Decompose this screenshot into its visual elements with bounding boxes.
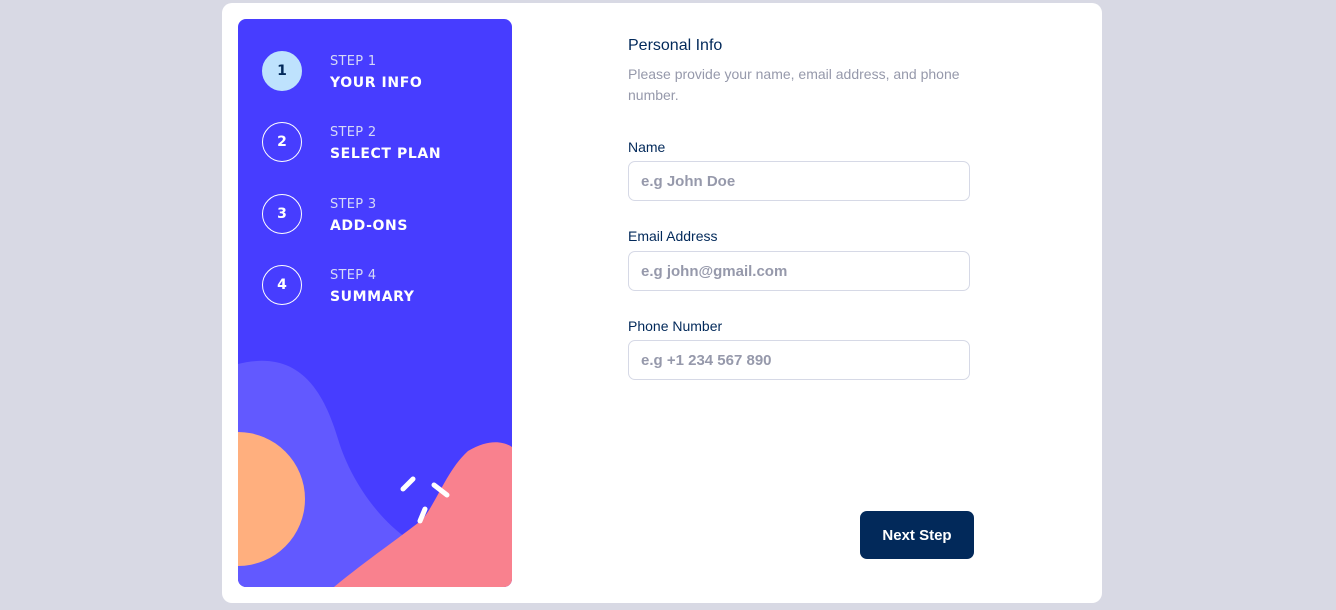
step-3-number: 3: [262, 194, 302, 234]
step-1-kicker: STEP 1: [330, 54, 377, 69]
step-sidebar: 1 STEP 1 YOUR INFO 2 STEP 2 SELECT PLAN …: [238, 19, 512, 587]
name-input[interactable]: [628, 161, 970, 201]
step-2-title: SELECT PLAN: [330, 146, 442, 162]
email-label: Email Address: [628, 228, 718, 244]
step-2-kicker: STEP 2: [330, 125, 377, 140]
step-4[interactable]: 4 STEP 4 SUMMARY: [262, 265, 502, 307]
personal-info-form: Personal Info Please provide your name, …: [628, 3, 980, 603]
step-1-title: YOUR INFO: [330, 75, 423, 91]
step-3[interactable]: 3 STEP 3 ADD-ONS: [262, 194, 502, 236]
step-1-number: 1: [262, 51, 302, 91]
phone-label: Phone Number: [628, 318, 723, 334]
step-3-title: ADD-ONS: [330, 218, 409, 234]
phone-input[interactable]: [628, 340, 970, 380]
form-subtitle: Please provide your name, email address,…: [628, 66, 960, 103]
name-label: Name: [628, 139, 666, 155]
form-title: Personal Info: [628, 37, 723, 54]
email-input[interactable]: [628, 251, 970, 291]
step-3-kicker: STEP 3: [330, 197, 377, 212]
step-4-title: SUMMARY: [330, 289, 415, 305]
multi-step-form-card: 1 STEP 1 YOUR INFO 2 STEP 2 SELECT PLAN …: [222, 3, 1102, 603]
step-4-kicker: STEP 4: [330, 268, 377, 283]
next-step-button[interactable]: Next Step: [860, 511, 974, 559]
step-2-number: 2: [262, 122, 302, 162]
step-1[interactable]: 1 STEP 1 YOUR INFO: [262, 51, 502, 93]
step-2[interactable]: 2 STEP 2 SELECT PLAN: [262, 122, 502, 164]
step-4-number: 4: [262, 265, 302, 305]
